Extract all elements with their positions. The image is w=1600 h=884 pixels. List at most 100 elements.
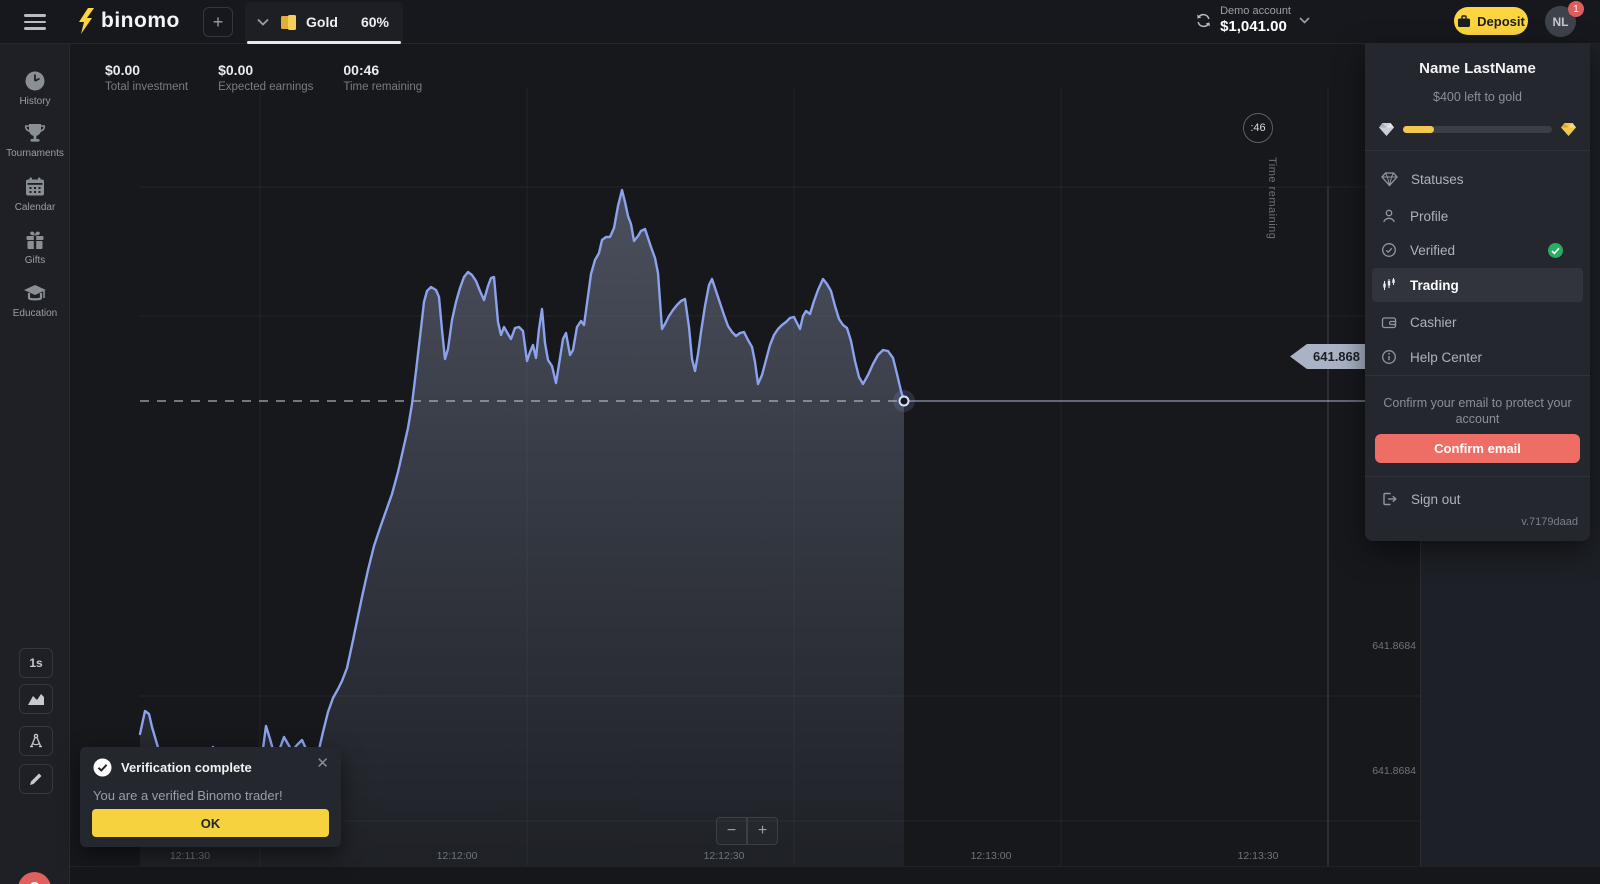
area-chart-icon bbox=[27, 692, 45, 706]
current-price-dot bbox=[900, 397, 909, 406]
sign-out-icon bbox=[1381, 491, 1398, 507]
app-version: v.7179daad bbox=[1521, 516, 1578, 528]
menu-hamburger-button[interactable] bbox=[24, 14, 46, 30]
wallet-icon bbox=[1381, 315, 1397, 330]
ok-button[interactable]: OK bbox=[92, 809, 329, 837]
sidebar-item-tournaments[interactable]: Tournaments bbox=[0, 121, 70, 159]
account-type: Demo account bbox=[1220, 5, 1291, 17]
graduation-cap-icon bbox=[22, 281, 48, 305]
toast-title: Verification complete bbox=[121, 760, 252, 775]
binomo-trading-app: $0.00 Total investment $0.00 Expected ea… bbox=[0, 0, 1600, 884]
add-asset-tab-button[interactable]: + bbox=[203, 7, 233, 37]
logo-bolt-icon bbox=[78, 8, 95, 34]
timeframe-button[interactable]: 1s bbox=[19, 648, 53, 678]
chart-bottom-bar bbox=[70, 866, 1600, 884]
zoom-out-button[interactable]: − bbox=[716, 817, 747, 845]
sidebar-item-label: Calendar bbox=[0, 202, 70, 213]
deposit-button[interactable]: Deposit bbox=[1454, 7, 1528, 35]
binomo-logo: binomo bbox=[78, 8, 180, 34]
profile-person-icon bbox=[1381, 208, 1397, 224]
divider bbox=[1365, 476, 1590, 477]
menu-item-label: Verified bbox=[1410, 243, 1455, 258]
top-bar: binomo + Gold 60% Demo account bbox=[0, 0, 1600, 44]
menu-item-trading[interactable]: Trading bbox=[1372, 268, 1583, 302]
drawing-tools-button[interactable] bbox=[19, 764, 53, 794]
chevron-down-icon bbox=[1299, 17, 1310, 24]
sidebar-item-education[interactable]: Education bbox=[0, 281, 70, 319]
silver-gem-icon bbox=[1378, 122, 1395, 137]
info-circle-icon bbox=[1381, 349, 1397, 365]
success-check-icon bbox=[93, 758, 112, 777]
calendar-icon bbox=[23, 175, 47, 199]
history-clock-icon bbox=[23, 69, 47, 93]
account-switcher[interactable]: Demo account $1,041.00 bbox=[1195, 5, 1310, 35]
stat-expected-earnings: $0.00 Expected earnings bbox=[218, 62, 313, 93]
chart-area[interactable] bbox=[70, 44, 1420, 866]
notification-count-badge: 1 bbox=[1568, 1, 1584, 17]
stat-value: $0.00 bbox=[105, 62, 188, 78]
account-balance: $1,041.00 bbox=[1220, 18, 1291, 35]
menu-item-label: Trading bbox=[1410, 278, 1459, 293]
asset-name: Gold bbox=[306, 14, 338, 30]
check-circle-icon bbox=[1381, 242, 1397, 258]
stat-value: $0.00 bbox=[218, 62, 313, 78]
price-axis-label: 641.8684 bbox=[1346, 765, 1416, 777]
confirm-email-message: Confirm your email to protect your accou… bbox=[1377, 395, 1578, 427]
zoom-in-button[interactable]: + bbox=[747, 817, 778, 845]
time-axis-label: 12:12:30 bbox=[689, 850, 759, 862]
menu-item-profile[interactable]: Profile bbox=[1372, 199, 1583, 233]
help-button[interactable]: ? bbox=[18, 872, 51, 884]
sidebar-item-label: History bbox=[0, 96, 70, 107]
gem-icon bbox=[1381, 171, 1398, 187]
sign-out-label: Sign out bbox=[1411, 492, 1461, 507]
trophy-icon bbox=[23, 121, 47, 145]
sign-out-button[interactable]: Sign out bbox=[1381, 491, 1461, 507]
menu-item-help-center[interactable]: Help Center bbox=[1372, 340, 1583, 374]
sidebar-item-label: Gifts bbox=[0, 255, 70, 266]
asset-payout: 60% bbox=[361, 14, 389, 30]
stat-label: Total investment bbox=[105, 81, 188, 93]
menu-item-label: Help Center bbox=[1410, 350, 1482, 365]
chart-type-button[interactable] bbox=[19, 684, 53, 714]
verification-toast: Verification complete ✕ You are a verifi… bbox=[80, 747, 341, 847]
divider bbox=[1365, 150, 1590, 151]
trade-stats-row: $0.00 Total investment $0.00 Expected ea… bbox=[105, 62, 423, 93]
deposit-label: Deposit bbox=[1477, 14, 1525, 29]
stat-value: 00:46 bbox=[343, 62, 423, 78]
left-sidebar: History Tournaments bbox=[0, 44, 70, 884]
time-axis-label: 12:12:00 bbox=[422, 850, 492, 862]
expiry-countdown-badge: :46 bbox=[1243, 113, 1273, 143]
strategies-button[interactable] bbox=[19, 726, 53, 756]
confirm-email-button[interactable]: Confirm email bbox=[1375, 434, 1580, 463]
gold-bars-icon bbox=[279, 13, 298, 32]
sidebar-item-calendar[interactable]: Calendar bbox=[0, 175, 70, 213]
stat-total-investment: $0.00 Total investment bbox=[105, 62, 188, 93]
verified-check-badge bbox=[1548, 243, 1563, 258]
stat-label: Time remaining bbox=[343, 81, 423, 93]
price-axis-label: 641.8684 bbox=[1346, 640, 1416, 652]
current-price-value: 641.868 bbox=[1313, 349, 1360, 364]
briefcase-icon bbox=[1457, 15, 1471, 28]
divider bbox=[1365, 375, 1590, 376]
check-icon bbox=[1551, 247, 1560, 255]
menu-item-statuses[interactable]: Statuses bbox=[1372, 162, 1583, 196]
refresh-icon bbox=[1195, 12, 1212, 29]
time-axis-label: 12:13:00 bbox=[956, 850, 1026, 862]
close-icon[interactable]: ✕ bbox=[316, 757, 329, 771]
gold-gem-icon bbox=[1560, 122, 1577, 137]
logo-text: binomo bbox=[101, 9, 180, 33]
sidebar-item-gifts[interactable]: Gifts bbox=[0, 228, 70, 266]
time-axis-label: 12:11:30 bbox=[155, 850, 225, 862]
sidebar-item-label: Education bbox=[0, 308, 70, 319]
sidebar-item-history[interactable]: History bbox=[0, 69, 70, 107]
gift-icon bbox=[23, 228, 47, 252]
progress-fill bbox=[1403, 126, 1434, 133]
menu-item-label: Statuses bbox=[1411, 172, 1464, 187]
status-progress-subtitle: $400 left to gold bbox=[1365, 90, 1590, 104]
toast-body: You are a verified Binomo trader! bbox=[93, 788, 283, 803]
asset-tab-gold[interactable]: Gold 60% bbox=[245, 2, 403, 42]
time-axis-label: 12:13:30 bbox=[1223, 850, 1293, 862]
pencil-icon bbox=[28, 771, 44, 787]
menu-item-cashier[interactable]: Cashier bbox=[1372, 305, 1583, 339]
menu-item-label: Cashier bbox=[1410, 315, 1457, 330]
